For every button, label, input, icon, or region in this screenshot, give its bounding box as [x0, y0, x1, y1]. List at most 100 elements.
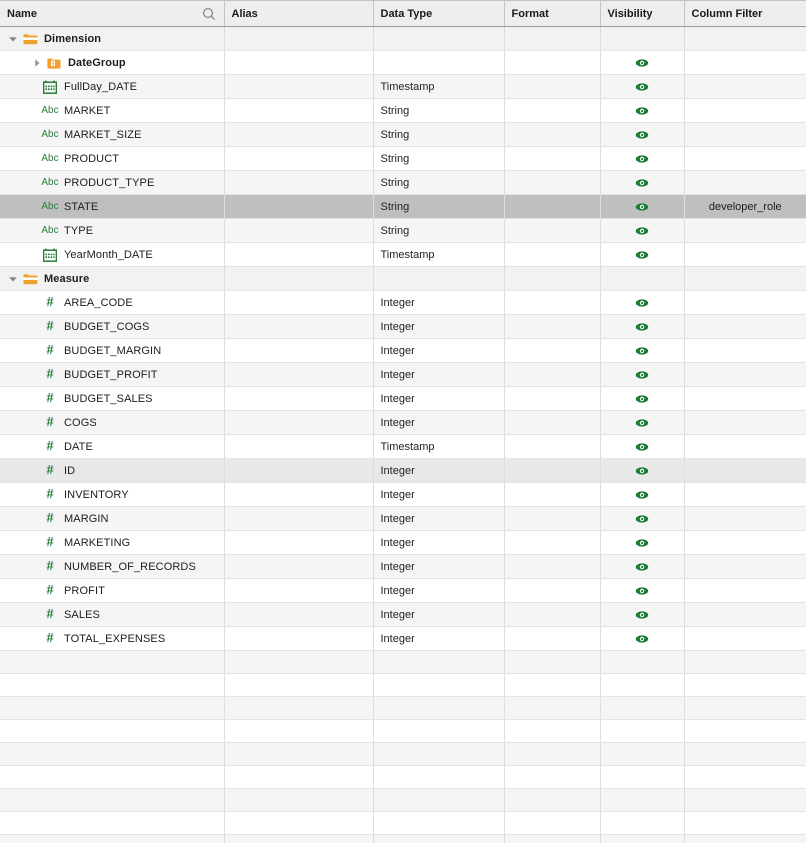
table-row[interactable]: # BUDGET_PROFIT Integer — [0, 362, 806, 387]
cell-data-type[interactable]: Integer — [373, 386, 505, 411]
cell-name[interactable]: DateGroup — [0, 50, 225, 75]
cell-data-type[interactable]: Timestamp — [373, 242, 505, 267]
cell-data-type[interactable]: Integer — [373, 362, 505, 387]
cell-format[interactable] — [504, 602, 601, 627]
cell-name[interactable]: # BUDGET_SALES — [0, 386, 225, 411]
cell-data-type[interactable] — [373, 266, 505, 291]
cell-name[interactable]: Abc TYPE — [0, 218, 225, 243]
table-row[interactable]: Abc STATE String developer_role — [0, 194, 806, 219]
cell-name[interactable]: # SALES — [0, 602, 225, 627]
cell-column-filter[interactable] — [684, 314, 806, 339]
cell-alias[interactable] — [224, 266, 374, 291]
cell-column-filter[interactable] — [684, 506, 806, 531]
cell-visibility[interactable] — [600, 170, 685, 195]
cell-format[interactable] — [504, 74, 601, 99]
cell-visibility[interactable] — [600, 434, 685, 459]
eye-icon[interactable] — [601, 195, 684, 218]
cell-visibility[interactable] — [600, 386, 685, 411]
cell-column-filter[interactable] — [684, 458, 806, 483]
cell-name[interactable]: # AREA_CODE — [0, 290, 225, 315]
cell-data-type[interactable]: Integer — [373, 578, 505, 603]
table-row[interactable]: # BUDGET_SALES Integer — [0, 386, 806, 411]
column-header-alias[interactable]: Alias — [224, 0, 374, 27]
table-row[interactable]: Abc PRODUCT_TYPE String — [0, 170, 806, 195]
column-header-visibility[interactable]: Visibility — [600, 0, 685, 27]
table-row[interactable]: # BUDGET_MARGIN Integer — [0, 338, 806, 363]
cell-data-type[interactable]: Integer — [373, 410, 505, 435]
cell-data-type[interactable]: String — [373, 146, 505, 171]
cell-column-filter[interactable] — [684, 482, 806, 507]
cell-format[interactable] — [504, 626, 601, 651]
cell-column-filter[interactable] — [684, 554, 806, 579]
cell-data-type[interactable]: Integer — [373, 530, 505, 555]
table-row[interactable]: Abc MARKET_SIZE String — [0, 122, 806, 147]
cell-visibility[interactable] — [600, 290, 685, 315]
empty-row[interactable] — [0, 811, 806, 835]
table-row[interactable]: Measure — [0, 266, 806, 291]
cell-name[interactable]: # INVENTORY — [0, 482, 225, 507]
search-icon[interactable] — [201, 6, 217, 22]
table-row[interactable]: # MARKETING Integer — [0, 530, 806, 555]
cell-alias[interactable] — [224, 170, 374, 195]
cell-column-filter[interactable] — [684, 338, 806, 363]
cell-data-type[interactable]: Timestamp — [373, 434, 505, 459]
table-row[interactable]: # MARGIN Integer — [0, 506, 806, 531]
cell-name[interactable]: Abc MARKET — [0, 98, 225, 123]
table-row[interactable]: # SALES Integer — [0, 602, 806, 627]
cell-visibility[interactable] — [600, 266, 685, 291]
cell-name[interactable]: Measure — [0, 266, 225, 291]
cell-visibility[interactable] — [600, 602, 685, 627]
cell-format[interactable] — [504, 554, 601, 579]
eye-icon[interactable] — [601, 483, 684, 506]
cell-format[interactable] — [504, 314, 601, 339]
cell-column-filter[interactable] — [684, 218, 806, 243]
table-row[interactable]: DateGroup — [0, 50, 806, 75]
cell-visibility[interactable] — [600, 242, 685, 267]
empty-row[interactable] — [0, 834, 806, 843]
cell-column-filter[interactable] — [684, 122, 806, 147]
cell-format[interactable] — [504, 410, 601, 435]
table-row[interactable]: # BUDGET_COGS Integer — [0, 314, 806, 339]
table-row[interactable]: YearMonth_DATE Timestamp — [0, 242, 806, 267]
cell-alias[interactable] — [224, 26, 374, 51]
cell-name[interactable]: # BUDGET_MARGIN — [0, 338, 225, 363]
cell-data-type[interactable]: Integer — [373, 314, 505, 339]
cell-data-type[interactable]: String — [373, 194, 505, 219]
cell-column-filter[interactable] — [684, 290, 806, 315]
cell-column-filter[interactable] — [684, 626, 806, 651]
cell-alias[interactable] — [224, 506, 374, 531]
cell-name[interactable]: # DATE — [0, 434, 225, 459]
cell-name[interactable]: Abc PRODUCT_TYPE — [0, 170, 225, 195]
table-row[interactable]: Abc PRODUCT String — [0, 146, 806, 171]
cell-format[interactable] — [504, 386, 601, 411]
cell-data-type[interactable]: String — [373, 98, 505, 123]
eye-icon[interactable] — [601, 387, 684, 410]
column-header-name[interactable]: Name — [0, 0, 225, 27]
cell-data-type[interactable]: String — [373, 218, 505, 243]
cell-format[interactable] — [504, 458, 601, 483]
cell-column-filter[interactable] — [684, 434, 806, 459]
empty-row[interactable] — [0, 788, 806, 812]
cell-alias[interactable] — [224, 74, 374, 99]
cell-column-filter[interactable] — [684, 98, 806, 123]
eye-icon[interactable] — [601, 459, 684, 482]
cell-alias[interactable] — [224, 530, 374, 555]
cell-data-type[interactable]: Integer — [373, 290, 505, 315]
table-row[interactable]: # DATE Timestamp — [0, 434, 806, 459]
eye-icon[interactable] — [601, 435, 684, 458]
column-header-data-type[interactable]: Data Type — [373, 0, 505, 27]
cell-alias[interactable] — [224, 50, 374, 75]
eye-icon[interactable] — [601, 123, 684, 146]
cell-name[interactable]: FullDay_DATE — [0, 74, 225, 99]
cell-column-filter[interactable] — [684, 362, 806, 387]
eye-icon[interactable] — [601, 411, 684, 434]
cell-column-filter[interactable] — [684, 386, 806, 411]
eye-icon[interactable] — [601, 219, 684, 242]
cell-column-filter[interactable] — [684, 242, 806, 267]
table-row[interactable]: # TOTAL_EXPENSES Integer — [0, 626, 806, 651]
cell-name[interactable]: Abc PRODUCT — [0, 146, 225, 171]
cell-visibility[interactable] — [600, 314, 685, 339]
table-row[interactable]: # AREA_CODE Integer — [0, 290, 806, 315]
cell-format[interactable] — [504, 50, 601, 75]
cell-alias[interactable] — [224, 458, 374, 483]
